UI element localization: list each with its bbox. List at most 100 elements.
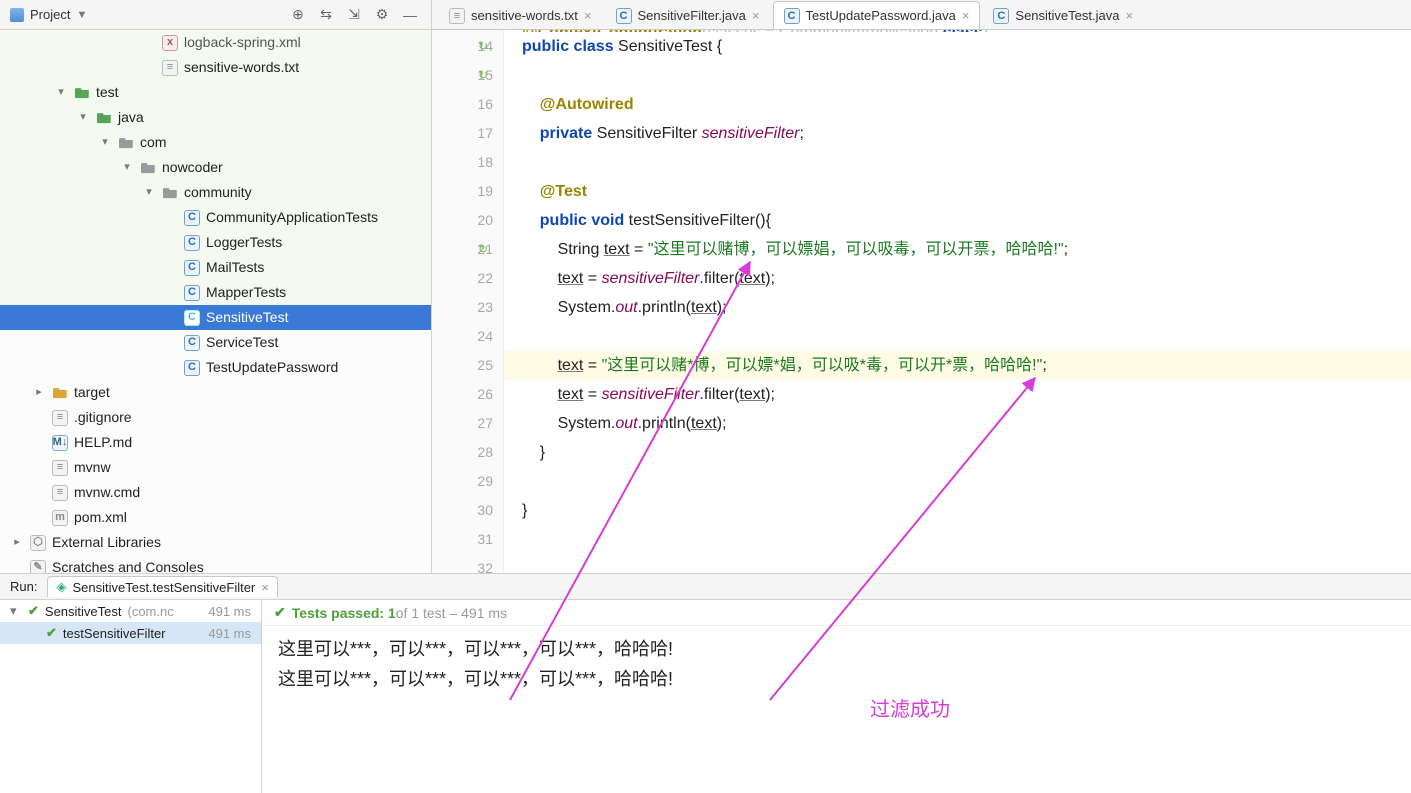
code-line[interactable]: }: [504, 438, 1411, 467]
code-line[interactable]: String text = "这里可以赌博，可以嫖娼，可以吸毒，可以开票，哈哈哈…: [504, 235, 1411, 264]
autoscroll-icon[interactable]: ⇆: [315, 4, 337, 26]
tree-label: mvnw.cmd: [74, 480, 140, 505]
code-line[interactable]: [504, 525, 1411, 554]
tree-node[interactable]: ✎Scratches and Consoles: [0, 555, 431, 573]
run-tab-close-icon[interactable]: ×: [261, 580, 269, 595]
project-icon: [10, 8, 24, 22]
collapse-icon[interactable]: ⇲: [343, 4, 365, 26]
test-name: SensitiveTest: [45, 604, 122, 619]
console-output[interactable]: 这里可以***，可以***，可以***，可以***，哈哈哈!这里可以***，可以…: [262, 626, 1411, 793]
check-icon: ✔: [46, 625, 57, 641]
gutter-line: 28: [432, 438, 503, 467]
run-header: Run: ◈ SensitiveTest.testSensitiveFilter…: [0, 574, 1411, 600]
tree-node[interactable]: CSensitiveTest: [0, 305, 431, 330]
tree-node[interactable]: ≡mvnw.cmd: [0, 480, 431, 505]
code-line[interactable]: System.out.println(text);: [504, 293, 1411, 322]
code-line[interactable]: public void testSensitiveFilter(){: [504, 206, 1411, 235]
gutter-mark-icon[interactable]: ↻: [478, 235, 488, 264]
code-line[interactable]: [504, 148, 1411, 177]
test-tree[interactable]: ▾ ✔ SensitiveTest (com.nc 491 ms ✔ testS…: [0, 600, 262, 793]
twisty-icon[interactable]: ▸: [10, 530, 24, 555]
code-line[interactable]: private SensitiveFilter sensitiveFilter;: [504, 119, 1411, 148]
gutter-line: 18: [432, 148, 503, 177]
twisty-icon[interactable]: ▾: [76, 105, 90, 130]
code-line[interactable]: System.out.println(text);: [504, 409, 1411, 438]
project-sidebar: Project ▼ ⊕ ⇆ ⇲ ⚙ — xlogback-spring.xml≡…: [0, 0, 432, 573]
tab-close-icon[interactable]: ×: [962, 8, 970, 23]
tree-node[interactable]: CMailTests: [0, 255, 431, 280]
console-line: 这里可以***，可以***，可以***，可以***，哈哈哈!: [278, 634, 1395, 664]
tree-label: mvnw: [74, 455, 111, 480]
project-tree[interactable]: xlogback-spring.xml≡sensitive-words.txt▾…: [0, 30, 431, 573]
tree-label: MailTests: [206, 255, 264, 280]
tree-node[interactable]: CLoggerTests: [0, 230, 431, 255]
tree-node[interactable]: mpom.xml: [0, 505, 431, 530]
test-status: ✔ Tests passed: 1 of 1 test – 491 ms: [262, 600, 1411, 626]
check-icon: ✔: [28, 603, 39, 619]
tree-label: Scratches and Consoles: [52, 555, 204, 573]
editor-tab[interactable]: CSensitiveFilter.java×: [605, 1, 771, 29]
tree-label: pom.xml: [74, 505, 127, 530]
gutter-line: 31: [432, 525, 503, 554]
tab-label: sensitive-words.txt: [471, 8, 578, 23]
tree-label: .gitignore: [74, 405, 132, 430]
tree-node[interactable]: M↓HELP.md: [0, 430, 431, 455]
twisty-icon[interactable]: ▾: [142, 180, 156, 205]
tree-node[interactable]: ▾nowcoder: [0, 155, 431, 180]
tree-node[interactable]: ▾test: [0, 80, 431, 105]
tree-node[interactable]: ≡sensitive-words.txt: [0, 55, 431, 80]
twisty-icon[interactable]: ▾: [120, 155, 134, 180]
settings-icon[interactable]: ⚙: [371, 4, 393, 26]
editor-tabs: ≡sensitive-words.txt×CSensitiveFilter.ja…: [432, 0, 1411, 30]
twisty-icon[interactable]: ▾: [54, 80, 68, 105]
tab-close-icon[interactable]: ×: [1125, 8, 1133, 23]
tree-node[interactable]: CServiceTest: [0, 330, 431, 355]
run-config-tab[interactable]: ◈ SensitiveTest.testSensitiveFilter ×: [47, 576, 277, 597]
editor-tab[interactable]: ≡sensitive-words.txt×: [438, 1, 603, 29]
gutter-mark-icon[interactable]: ↻: [478, 61, 488, 90]
editor-tab[interactable]: CTestUpdatePassword.java×: [773, 1, 981, 29]
tree-node[interactable]: ▸target: [0, 380, 431, 405]
tree-node[interactable]: xlogback-spring.xml: [0, 30, 431, 55]
tree-node[interactable]: CCommunityApplicationTests: [0, 205, 431, 230]
code-line[interactable]: text = sensitiveFilter.filter(text);: [504, 380, 1411, 409]
gutter-line: 19: [432, 177, 503, 206]
code-line[interactable]: @Autowired: [504, 90, 1411, 119]
code-line[interactable]: public class SensitiveTest {: [504, 32, 1411, 61]
gutter-line: 25: [432, 351, 503, 380]
test-node[interactable]: ▾ ✔ SensitiveTest (com.nc 491 ms: [0, 600, 261, 622]
tree-node[interactable]: CTestUpdatePassword: [0, 355, 431, 380]
code-line[interactable]: text = sensitiveFilter.filter(text);: [504, 264, 1411, 293]
tree-node[interactable]: ▾com: [0, 130, 431, 155]
code-line[interactable]: [504, 61, 1411, 90]
gutter-line: 22: [432, 264, 503, 293]
tree-node[interactable]: CMapperTests: [0, 280, 431, 305]
code-line[interactable]: @Test: [504, 177, 1411, 206]
annotation-label: 过滤成功: [870, 693, 950, 722]
tree-node[interactable]: ▾java: [0, 105, 431, 130]
tab-close-icon[interactable]: ×: [584, 8, 592, 23]
code-line[interactable]: }: [504, 496, 1411, 525]
gutter-mark-icon[interactable]: ↻: [478, 32, 488, 61]
code-line[interactable]: [504, 322, 1411, 351]
code-line[interactable]: [504, 467, 1411, 496]
gutter-line: 27: [432, 409, 503, 438]
gutter-line: 20: [432, 206, 503, 235]
project-dropdown-icon[interactable]: ▼: [76, 9, 87, 21]
tree-node[interactable]: ▾community: [0, 180, 431, 205]
locate-icon[interactable]: ⊕: [287, 4, 309, 26]
tree-label: TestUpdatePassword: [206, 355, 338, 380]
twisty-icon[interactable]: ▸: [32, 380, 46, 405]
tests-passed-count: Tests passed: 1: [292, 605, 396, 621]
hide-icon[interactable]: —: [399, 4, 421, 26]
editor-tab[interactable]: CSensitiveTest.java×: [982, 1, 1144, 29]
tree-node[interactable]: ▸⬡External Libraries: [0, 530, 431, 555]
tab-close-icon[interactable]: ×: [752, 8, 760, 23]
twisty-icon[interactable]: ▾: [10, 603, 22, 619]
twisty-icon[interactable]: ▾: [98, 130, 112, 155]
tree-node[interactable]: ≡.gitignore: [0, 405, 431, 430]
code-line[interactable]: text = "这里可以赌*博，可以嫖*娼，可以吸*毒，可以开*票，哈哈哈!";: [504, 351, 1411, 380]
code-editor[interactable]: @ContextConfiguration(classes = Communit…: [504, 30, 1411, 573]
tree-node[interactable]: ≡mvnw: [0, 455, 431, 480]
test-node[interactable]: ✔ testSensitiveFilter 491 ms: [0, 622, 261, 644]
